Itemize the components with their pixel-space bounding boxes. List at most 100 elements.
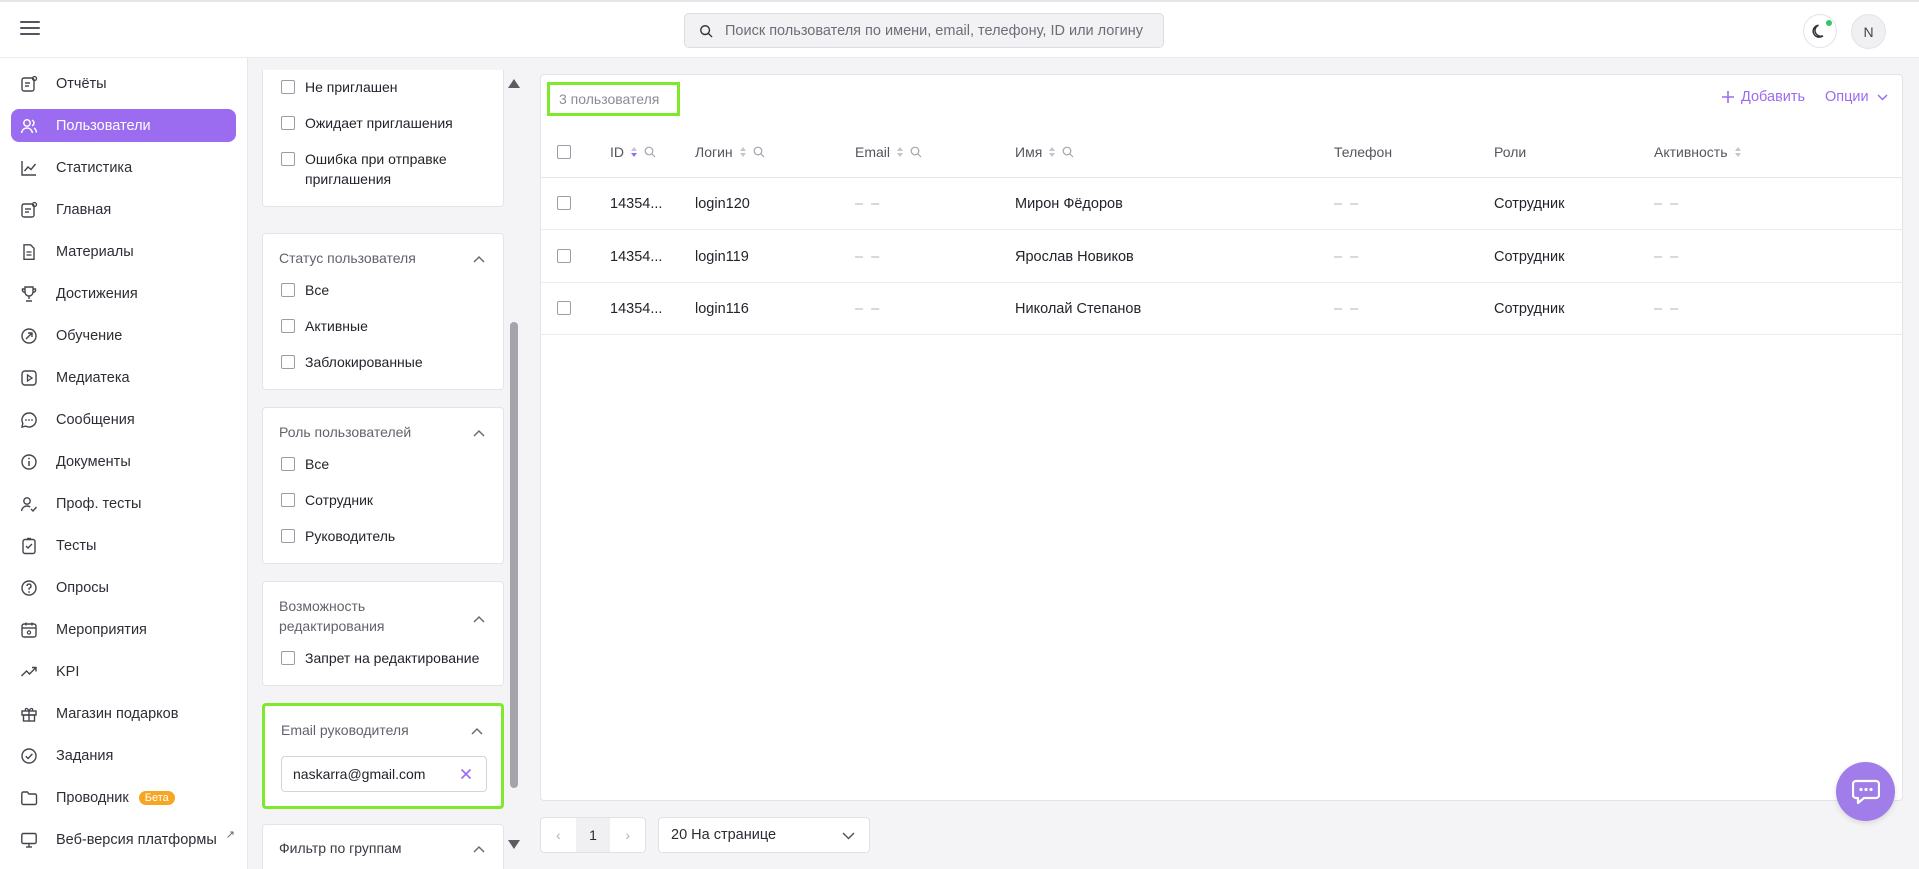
checkbox[interactable] bbox=[281, 319, 295, 333]
sort-icon[interactable] bbox=[1048, 146, 1056, 158]
support-chat-button[interactable] bbox=[1836, 762, 1895, 821]
sidebar-item-learning[interactable]: Обучение bbox=[11, 319, 236, 352]
close-icon[interactable] bbox=[458, 766, 474, 782]
chevron-up-icon[interactable] bbox=[473, 845, 485, 853]
manager-email-field[interactable] bbox=[281, 756, 487, 792]
theme-toggle-button[interactable] bbox=[1803, 14, 1837, 48]
filter-panel: Не приглашен Ожидает приглашения Ошибка … bbox=[262, 70, 506, 869]
sidebar-item-gift-shop[interactable]: Магазин подарков bbox=[11, 697, 236, 730]
sort-icon[interactable] bbox=[896, 146, 904, 158]
checkbox[interactable] bbox=[281, 651, 295, 665]
avatar[interactable]: N bbox=[1851, 14, 1886, 49]
sidebar-item-events[interactable]: Мероприятия bbox=[11, 613, 236, 646]
filter-option[interactable]: Все bbox=[281, 280, 329, 300]
column-header-activity[interactable]: Активность bbox=[1654, 142, 1742, 162]
scroll-up-arrow[interactable] bbox=[508, 79, 520, 88]
select-all[interactable] bbox=[557, 142, 571, 162]
sidebar-item-reports[interactable]: Отчёты bbox=[11, 67, 236, 100]
sidebar-item-home[interactable]: Главная bbox=[11, 193, 236, 226]
column-header-id[interactable]: ID bbox=[610, 142, 656, 162]
sidebar-item-tasks[interactable]: Задания bbox=[11, 739, 236, 772]
table-row[interactable]: 14354... login119 – – Ярослав Новиков – … bbox=[541, 231, 1902, 283]
trophy-icon bbox=[20, 285, 38, 303]
scroll-down-arrow[interactable] bbox=[508, 840, 520, 849]
checkbox[interactable] bbox=[557, 196, 571, 210]
sidebar-item-label: Магазин подарков bbox=[56, 705, 179, 722]
sidebar-item-users[interactable]: Пользователи bbox=[11, 109, 236, 142]
filter-option[interactable]: Ожидает приглашения bbox=[281, 113, 453, 133]
table-row[interactable]: 14354... login120 – – Мирон Фёдоров – – … bbox=[541, 178, 1902, 230]
options-button[interactable]: Опции bbox=[1825, 89, 1888, 105]
monitor-icon bbox=[20, 831, 38, 849]
filter-option[interactable]: Не приглашен bbox=[281, 77, 397, 97]
checkbox[interactable] bbox=[281, 80, 295, 94]
prev-page-button[interactable]: ‹ bbox=[541, 818, 576, 852]
filter-option[interactable]: Активные bbox=[281, 316, 368, 336]
sort-icon[interactable] bbox=[1734, 146, 1742, 158]
sidebar-item-surveys[interactable]: Опросы bbox=[11, 571, 236, 604]
filter-option[interactable]: Руководитель bbox=[281, 526, 395, 546]
search-icon[interactable] bbox=[753, 146, 765, 158]
chevron-up-icon[interactable] bbox=[473, 429, 485, 437]
sidebar-item-explorer[interactable]: Проводник Бета bbox=[11, 781, 236, 814]
add-user-button[interactable]: Добавить bbox=[1721, 89, 1805, 105]
sort-icon[interactable] bbox=[739, 146, 747, 158]
checkbox[interactable] bbox=[281, 529, 295, 543]
per-page-select[interactable]: 20 На странице bbox=[658, 817, 870, 853]
checkbox[interactable] bbox=[557, 145, 571, 159]
column-header-name[interactable]: Имя bbox=[1015, 142, 1074, 162]
table-row[interactable]: 14354... login116 – – Николай Степанов –… bbox=[541, 283, 1902, 335]
search-icon[interactable] bbox=[1062, 146, 1074, 158]
sidebar-item-messages[interactable]: Сообщения bbox=[11, 403, 236, 436]
search-icon[interactable] bbox=[644, 146, 656, 158]
sidebar-item-achievements[interactable]: Достижения bbox=[11, 277, 236, 310]
checkbox[interactable] bbox=[281, 152, 295, 166]
cell-name[interactable]: Николай Степанов bbox=[1015, 299, 1141, 319]
cell-name[interactable]: Мирон Фёдоров bbox=[1015, 194, 1123, 214]
chevron-up-icon[interactable] bbox=[473, 255, 485, 263]
sidebar-item-media[interactable]: Медиатека bbox=[11, 361, 236, 394]
checkbox[interactable] bbox=[281, 493, 295, 507]
column-header-email[interactable]: Email bbox=[855, 142, 922, 162]
sidebar-item-statistics[interactable]: Статистика bbox=[11, 151, 236, 184]
column-header-phone[interactable]: Телефон bbox=[1334, 142, 1392, 162]
sort-icon[interactable] bbox=[630, 146, 638, 158]
manager-email-input[interactable] bbox=[293, 766, 453, 782]
chevron-up-icon[interactable] bbox=[473, 615, 485, 623]
chevron-down-icon bbox=[1877, 93, 1888, 101]
folder-icon bbox=[20, 789, 38, 807]
menu-icon[interactable] bbox=[20, 21, 40, 37]
checkbox[interactable] bbox=[281, 283, 295, 297]
filter-option[interactable]: Запрет на редактирование bbox=[281, 648, 479, 668]
column-header-roles[interactable]: Роли bbox=[1494, 142, 1526, 162]
checkbox[interactable] bbox=[281, 457, 295, 471]
checkbox[interactable] bbox=[557, 301, 571, 315]
chat-icon bbox=[20, 411, 38, 429]
search-icon[interactable] bbox=[910, 146, 922, 158]
chevron-up-icon[interactable] bbox=[471, 727, 483, 735]
filter-scrollbar[interactable] bbox=[510, 322, 518, 788]
sidebar-item-documents[interactable]: Документы bbox=[11, 445, 236, 478]
filter-option[interactable]: Сотрудник bbox=[281, 490, 373, 510]
checkbox[interactable] bbox=[281, 116, 295, 130]
user-search[interactable] bbox=[684, 13, 1164, 48]
filter-option[interactable]: Все bbox=[281, 454, 329, 474]
cell-email: – – bbox=[855, 196, 882, 212]
search-input[interactable] bbox=[725, 22, 1145, 39]
cell-role: Сотрудник bbox=[1494, 249, 1565, 265]
user-count: 3 пользователя bbox=[547, 82, 680, 116]
sidebar-item-label: KPI bbox=[56, 663, 80, 680]
checkbox[interactable] bbox=[281, 355, 295, 369]
sidebar-item-kpi[interactable]: KPI bbox=[11, 655, 236, 688]
filter-option[interactable]: Ошибка при отправке приглашения bbox=[281, 149, 481, 189]
sidebar-item-prof-tests[interactable]: Проф. тесты bbox=[11, 487, 236, 520]
checkbox[interactable] bbox=[557, 249, 571, 263]
cell-name[interactable]: Ярослав Новиков bbox=[1015, 247, 1134, 267]
filter-option[interactable]: Заблокированные bbox=[281, 352, 423, 372]
page-number[interactable]: 1 bbox=[575, 818, 611, 852]
sidebar-item-web-version[interactable]: Веб-версия платформы ↗ bbox=[11, 823, 236, 856]
column-header-login[interactable]: Логин bbox=[695, 142, 765, 162]
next-page-button[interactable]: › bbox=[610, 818, 645, 852]
sidebar-item-materials[interactable]: Материалы bbox=[11, 235, 236, 268]
sidebar-item-tests[interactable]: Тесты bbox=[11, 529, 236, 562]
